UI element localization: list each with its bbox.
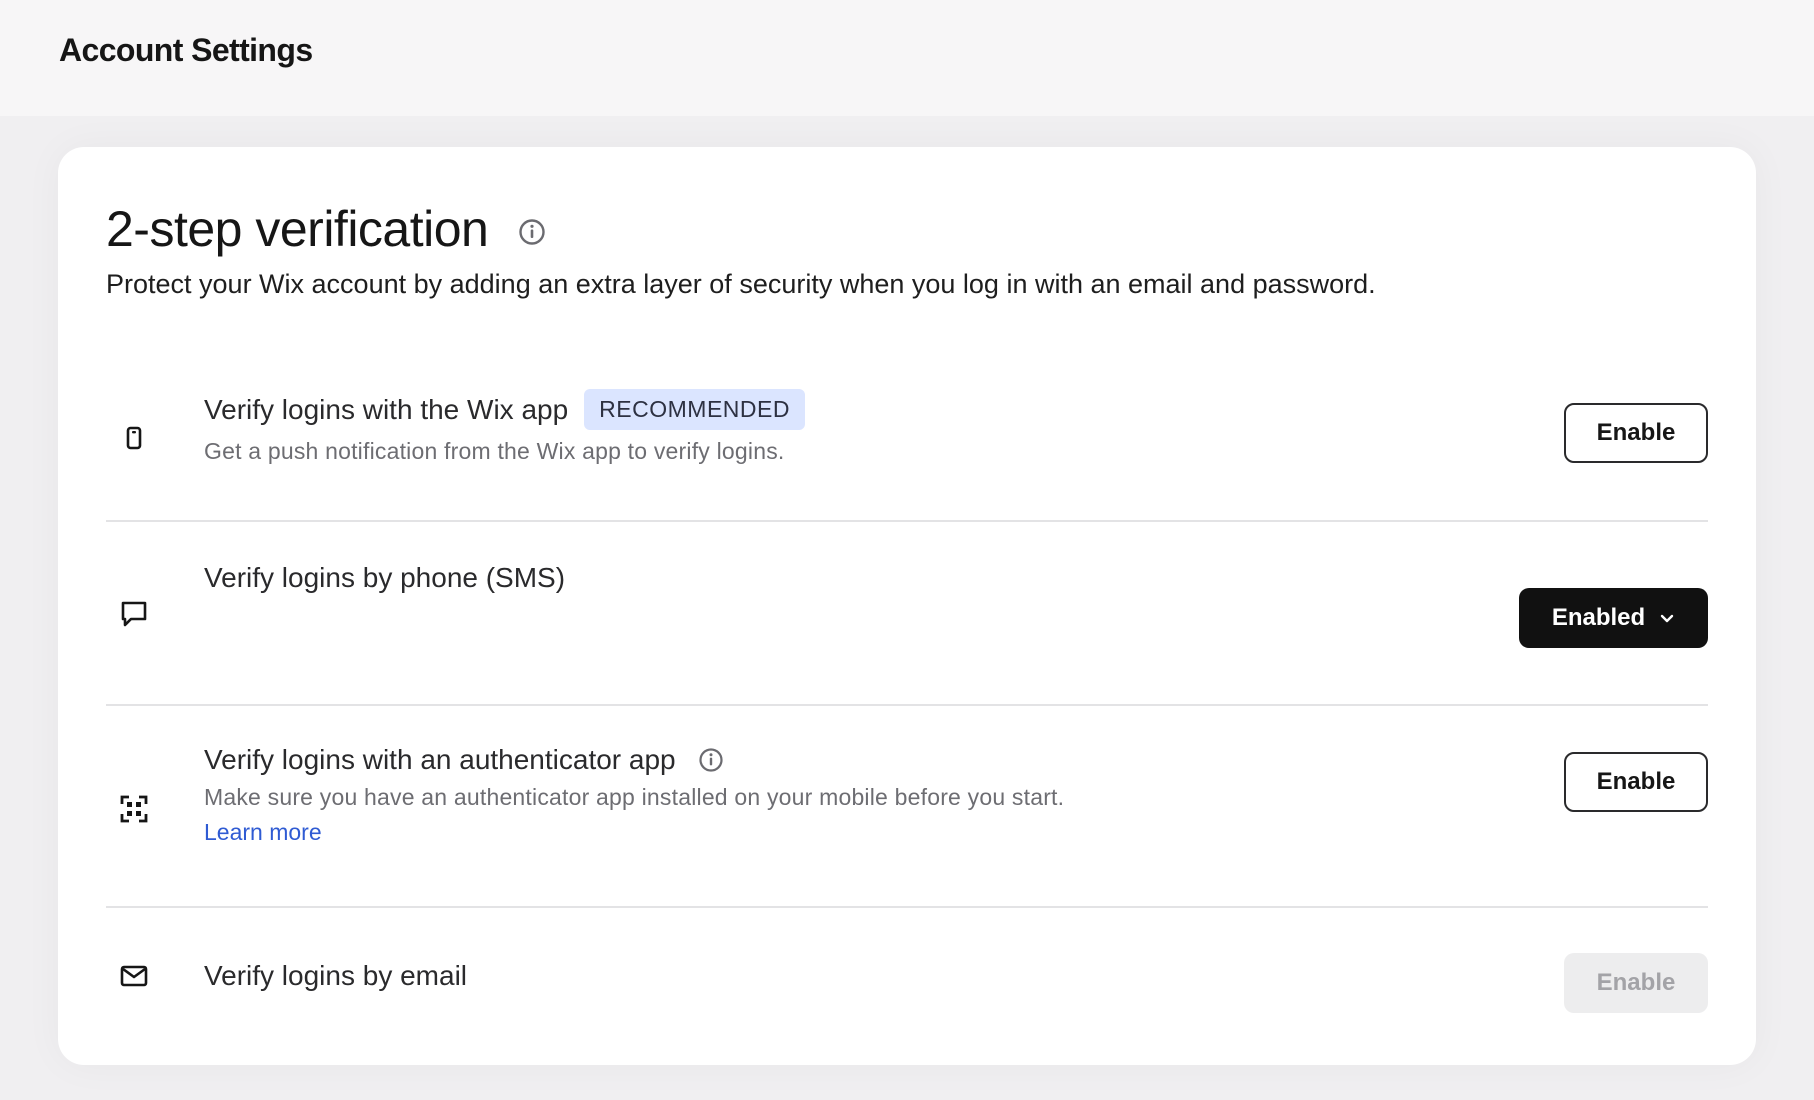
section-subtitle: Protect your Wix account by adding an ex… xyxy=(106,269,1376,299)
enable-email-button: Enable xyxy=(1564,953,1708,1013)
mobile-phone-icon xyxy=(118,423,150,455)
two-step-verification-card: 2-step verification Protect your Wix acc… xyxy=(58,147,1756,1065)
page-title: Account Settings xyxy=(59,32,313,68)
option-description: Make sure you have an authenticator app … xyxy=(204,784,1065,810)
option-title: Verify logins with an authenticator app xyxy=(204,744,676,775)
enable-authenticator-button[interactable]: Enable xyxy=(1564,752,1708,812)
enabled-sms-dropdown-button[interactable]: Enabled xyxy=(1519,588,1708,648)
learn-more-link[interactable]: Learn more xyxy=(204,819,1064,846)
recommended-badge: RECOMMENDED xyxy=(584,389,805,430)
option-wix-app: Verify logins with the Wix app RECOMMEND… xyxy=(106,365,1708,522)
top-bar: Account Settings xyxy=(0,0,1814,116)
option-authenticator-app: Verify logins with an authenticator app … xyxy=(106,706,1708,908)
info-icon[interactable] xyxy=(518,218,546,246)
option-body: Verify logins by email xyxy=(204,960,467,992)
envelope-icon xyxy=(118,960,150,992)
enable-wix-app-button[interactable]: Enable xyxy=(1564,403,1708,463)
option-sms: Verify logins by phone (SMS) Enabled xyxy=(106,522,1708,706)
chat-bubble-icon xyxy=(118,598,150,630)
button-label: Enabled xyxy=(1551,604,1646,631)
option-title: Verify logins by phone (SMS) xyxy=(204,562,566,593)
option-body: Verify logins by phone (SMS) xyxy=(204,562,565,594)
info-icon[interactable] xyxy=(698,747,724,773)
scan-qr-icon xyxy=(118,793,150,825)
option-body: Verify logins with an authenticator app … xyxy=(204,744,1064,846)
option-body: Verify logins with the Wix app RECOMMEND… xyxy=(204,389,805,465)
option-email: Verify logins by email Enable xyxy=(106,908,1708,1048)
section-title: 2-step verification xyxy=(106,201,489,257)
option-title: Verify logins with the Wix app xyxy=(204,393,569,425)
section-heading: 2-step verification xyxy=(106,200,546,258)
chevron-down-icon xyxy=(1659,610,1675,626)
option-title: Verify logins by email xyxy=(204,960,468,991)
option-description: Get a push notification from the Wix app… xyxy=(204,438,785,464)
